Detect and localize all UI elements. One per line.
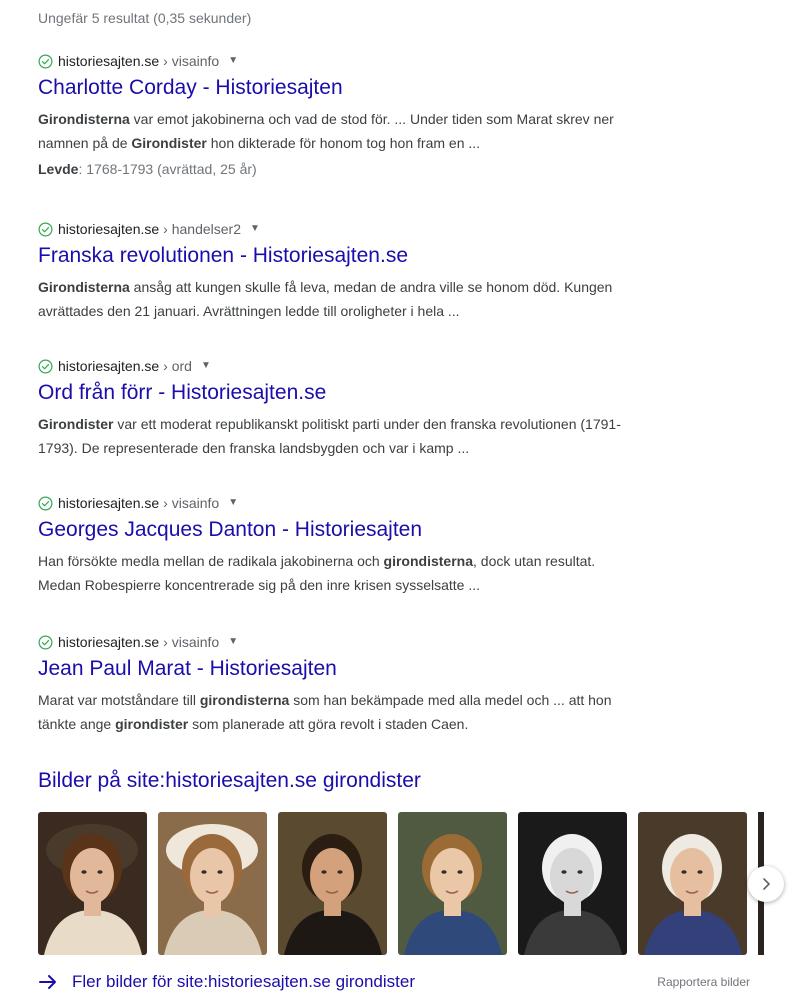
result-title-link[interactable]: Franska revolutionen - Historiesajten.se [38, 243, 738, 269]
verified-check-icon [38, 496, 53, 510]
result-domain: historiesajten.se [58, 634, 160, 650]
snippet-line: tänkte ange girondister som planerade at… [38, 712, 738, 736]
report-images-link[interactable]: Rapportera bilder [657, 975, 750, 989]
result-path: › visainfo [163, 634, 220, 650]
result-domain: historiesajten.se [58, 358, 160, 374]
image-thumbnail-portrait-boy-blue-coat[interactable] [398, 812, 507, 955]
search-result: historiesajten.se › ord ▼ Ord från förr - H… [38, 357, 738, 460]
result-breadcrumb[interactable]: historiesajten.se › visainfo ▼ [38, 633, 738, 651]
search-result: historiesajten.se › visainfo ▼ Charlotte Co… [38, 52, 738, 179]
snippet-line: Han försökte medla mellan de radikala ja… [38, 549, 738, 573]
image-thumbnail-portrait-woman-bonnet[interactable] [38, 812, 147, 955]
result-stats: Ungefär 5 resultat (0,35 sekunder) [38, 10, 252, 26]
result-title-link[interactable]: Ord från förr - Historiesajten.se [38, 380, 738, 406]
arrow-right-icon [39, 975, 56, 989]
snippet-text: tänkte ange [38, 716, 116, 732]
snippet-text: Marat var motståndare till [38, 692, 200, 708]
result-path: › visainfo [163, 495, 220, 511]
snippet-line: 1793). De representerade den franska lan… [38, 436, 738, 460]
chevron-right-icon [763, 878, 771, 890]
snippet-text: som planerade att göra revolt i staden C… [188, 716, 469, 732]
result-breadcrumb[interactable]: historiesajten.se › ord ▼ [38, 357, 738, 375]
verified-check-icon [38, 359, 53, 373]
snippet-text: ansåg att kungen skulle få leva, medan d… [129, 279, 613, 295]
result-breadcrumb[interactable]: historiesajten.se › visainfo ▼ [38, 494, 738, 512]
result-title-link[interactable]: Charlotte Corday - Historiesajten [38, 75, 738, 101]
snippet-line: Girondisterna var emot jakobinerna och v… [38, 107, 738, 131]
snippet-line: avrättades den 21 januari. Avrättningen … [38, 299, 738, 323]
snippet-line: Girondister var ett moderat republikansk… [38, 412, 738, 436]
snippet-highlight: Girondisterna [38, 111, 130, 127]
snippet-highlight: girondisterna [383, 553, 473, 569]
search-result: historiesajten.se › handelser2 ▼ Franska re… [38, 220, 738, 323]
result-path: › handelser2 [163, 221, 241, 237]
snippet-highlight: girondisterna [199, 692, 290, 708]
carousel-next-button[interactable] [748, 866, 784, 902]
result-attribute: Levde: 1768-1793 (avrättad, 25 år) [38, 159, 738, 179]
snippet-text: , dock utan resultat. [473, 553, 596, 569]
result-domain: historiesajten.se [58, 53, 160, 69]
verified-check-icon [38, 54, 53, 68]
result-domain: historiesajten.se [58, 495, 160, 511]
image-carousel [38, 812, 764, 955]
snippet-text: var emot jakobinerna och vad de stod för… [129, 111, 614, 127]
snippet-line: Girondisterna ansåg att kungen skulle få… [38, 275, 738, 299]
result-title-link[interactable]: Georges Jacques Danton - Historiesajten [38, 517, 738, 543]
more-images-row: Fler bilder för site:historiesajten.se g… [38, 970, 750, 994]
snippet-highlight: Girondister [131, 135, 207, 151]
attribute-label: Levde [38, 161, 79, 177]
result-snippet: Girondisterna ansåg att kungen skulle få… [38, 275, 738, 323]
result-path: › visainfo [163, 53, 220, 69]
snippet-text: namnen på de [38, 135, 132, 151]
attribute-value: : 1768-1793 (avrättad, 25 år) [78, 161, 257, 177]
verified-check-icon [38, 222, 53, 236]
result-snippet: Han försökte medla mellan de radikala ja… [38, 549, 738, 597]
search-result: historiesajten.se › visainfo ▼ Georges Jacq… [38, 494, 738, 597]
images-section-heading[interactable]: Bilder på site:historiesajten.se girondi… [38, 769, 421, 793]
result-snippet: Girondister var ett moderat republikansk… [38, 412, 738, 460]
snippet-text: som han bekämpade med alla medel och ...… [289, 692, 612, 708]
result-snippet: Marat var motståndare till girondisterna… [38, 688, 738, 736]
result-menu-caret-icon[interactable]: ▼ [228, 636, 238, 647]
verified-check-icon [38, 635, 53, 649]
snippet-highlight: Girondister [38, 416, 114, 432]
search-result: historiesajten.se › visainfo ▼ Jean Paul Ma… [38, 633, 738, 736]
result-breadcrumb[interactable]: historiesajten.se › visainfo ▼ [38, 52, 738, 70]
snippet-text: Medan Robespierre koncentrerade sig på d… [38, 577, 481, 593]
snippet-line: Medan Robespierre koncentrerade sig på d… [38, 573, 738, 597]
image-thumbnail-portrait-king-louis-xvi[interactable] [638, 812, 747, 955]
snippet-text: hon dikterade för honom tog hon fram en … [206, 135, 481, 151]
result-breadcrumb[interactable]: historiesajten.se › handelser2 ▼ [38, 220, 738, 238]
snippet-highlight: Girondisterna [38, 279, 130, 295]
image-thumbnail-portrait-man-dark-coat[interactable] [278, 812, 387, 955]
result-path: › ord [163, 358, 192, 374]
snippet-highlight: girondister [115, 716, 189, 732]
image-thumbnail-portrait-man-white-wig-bw[interactable] [518, 812, 627, 955]
snippet-text: var ett moderat republikanskt politiskt … [113, 416, 621, 432]
snippet-line: namnen på de Girondister hon dikterade f… [38, 131, 738, 155]
result-menu-caret-icon[interactable]: ▼ [228, 55, 238, 66]
snippet-text: 1793). De representerade den franska lan… [38, 440, 470, 456]
snippet-text: avrättades den 21 januari. Avrättningen … [38, 303, 460, 319]
result-domain: historiesajten.se [58, 221, 160, 237]
result-menu-caret-icon[interactable]: ▼ [250, 223, 260, 234]
snippet-text: Han försökte medla mellan de radikala ja… [38, 553, 384, 569]
result-menu-caret-icon[interactable]: ▼ [201, 360, 211, 371]
result-menu-caret-icon[interactable]: ▼ [228, 497, 238, 508]
snippet-line: Marat var motståndare till girondisterna… [38, 688, 738, 712]
result-snippet: Girondisterna var emot jakobinerna och v… [38, 107, 738, 155]
image-thumbnail-portrait-woman-white-cap[interactable] [158, 812, 267, 955]
more-images-label: Fler bilder för site:historiesajten.se g… [72, 972, 415, 991]
result-title-link[interactable]: Jean Paul Marat - Historiesajten [38, 656, 738, 682]
more-images-link[interactable]: Fler bilder för site:historiesajten.se g… [38, 972, 415, 992]
